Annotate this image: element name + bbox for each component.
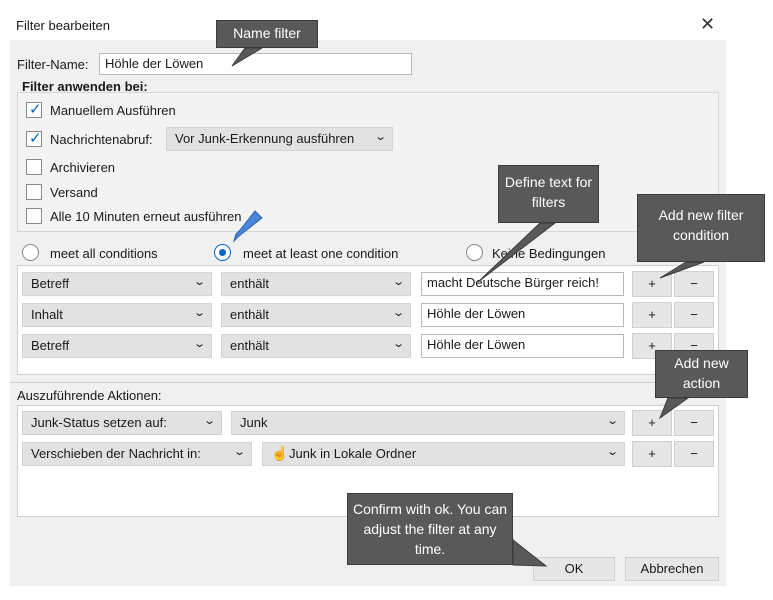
remove-condition-button[interactable]: − <box>674 302 714 328</box>
chevron-down-icon: ⌄ <box>192 276 206 288</box>
condition-field-value: Betreff <box>31 276 70 291</box>
define-text-callout: Define text for filters <box>498 165 599 223</box>
add-condition-callout: Add new filter condition <box>637 194 765 262</box>
remove-condition-button[interactable]: − <box>674 271 714 297</box>
action-type-value: Verschieben der Nachricht in: <box>31 446 201 461</box>
check-icon: ✓ <box>29 130 42 147</box>
action-target-select[interactable]: ☝ Junk in Lokale Ordner ⌄ <box>262 442 625 466</box>
send-checkbox[interactable] <box>26 184 42 200</box>
filter-name-input[interactable]: Höhle der Löwen <box>99 53 412 75</box>
condition-field-value: Inhalt <box>31 307 63 322</box>
condition-value-input[interactable]: macht Deutsche Bürger reich! <box>421 272 624 296</box>
send-label: Versand <box>50 185 98 200</box>
chevron-down-icon: ⌄ <box>391 307 405 319</box>
remove-action-button[interactable]: − <box>674 441 714 467</box>
chevron-down-icon: ⌄ <box>192 307 206 319</box>
action-target-value: Junk in Lokale Ordner <box>289 446 417 461</box>
condition-field-value: Betreff <box>31 338 70 353</box>
chevron-down-icon: ⌄ <box>391 338 405 350</box>
add-condition-button[interactable]: + <box>632 302 672 328</box>
action-type-value: Junk-Status setzen auf: <box>31 415 167 430</box>
name-filter-callout: Name filter <box>216 20 318 48</box>
condition-value-input[interactable]: Höhle der Löwen <box>421 303 624 327</box>
hand-pointer-icon: ☝ <box>271 445 289 461</box>
archive-checkbox[interactable] <box>26 159 42 175</box>
window-title: Filter bearbeiten <box>16 18 110 33</box>
filter-name-label: Filter-Name: <box>17 57 89 72</box>
match-all-label: meet all conditions <box>50 246 158 261</box>
fetch-timing-select[interactable]: Vor Junk-Erkennung ausführen ⌄ <box>166 127 393 151</box>
action-target-value: Junk <box>240 415 268 430</box>
match-all-radio[interactable] <box>22 244 39 261</box>
chevron-down-icon: ⌄ <box>232 446 246 458</box>
condition-field-select[interactable]: Betreff ⌄ <box>22 334 212 358</box>
confirm-callout: Confirm with ok. You can adjust the filt… <box>347 493 513 565</box>
check-icon: ✓ <box>29 101 42 118</box>
condition-value-input[interactable]: Höhle der Löwen <box>421 334 624 358</box>
add-action-button[interactable]: + <box>632 441 672 467</box>
archive-label: Archivieren <box>50 160 116 175</box>
condition-op-select[interactable]: enthält ⌄ <box>221 334 411 358</box>
fetch-label: Nachrichtenabruf: <box>50 132 153 147</box>
condition-op-value: enthält <box>230 338 270 353</box>
manual-checkbox[interactable]: ✓ <box>26 101 42 118</box>
actions-label: Auszuführende Aktionen: <box>17 388 162 403</box>
chevron-down-icon: ⌄ <box>373 131 387 143</box>
chevron-down-icon: ⌄ <box>605 415 619 427</box>
match-none-label: Keine Bedingungen <box>492 246 606 261</box>
every10-checkbox[interactable] <box>26 208 42 224</box>
action-type-select[interactable]: Verschieben der Nachricht in: ⌄ <box>22 442 252 466</box>
match-none-radio[interactable] <box>466 244 483 261</box>
add-action-button[interactable]: + <box>632 410 672 436</box>
close-icon[interactable]: ✕ <box>700 14 715 35</box>
condition-op-value: enthält <box>230 307 270 322</box>
manual-label: Manuellem Ausführen <box>50 103 176 118</box>
every10-label: Alle 10 Minuten erneut ausführen <box>50 209 242 224</box>
condition-op-select[interactable]: enthält ⌄ <box>221 303 411 327</box>
condition-op-value: enthält <box>230 276 270 291</box>
fetch-checkbox[interactable]: ✓ <box>26 130 42 147</box>
chevron-down-icon: ⌄ <box>202 415 216 427</box>
condition-field-select[interactable]: Inhalt ⌄ <box>22 303 212 327</box>
fetch-timing-value: Vor Junk-Erkennung ausführen <box>175 131 355 146</box>
action-type-select[interactable]: Junk-Status setzen auf: ⌄ <box>22 411 222 435</box>
chevron-down-icon: ⌄ <box>605 446 619 458</box>
remove-action-button[interactable]: − <box>674 410 714 436</box>
action-target-select[interactable]: Junk ⌄ <box>231 411 625 435</box>
match-any-radio[interactable] <box>214 244 231 261</box>
add-condition-button[interactable]: + <box>632 271 672 297</box>
add-action-callout: Add new action <box>655 350 748 398</box>
section-divider <box>10 382 726 383</box>
chevron-down-icon: ⌄ <box>391 276 405 288</box>
match-any-label: meet at least one condition <box>243 246 399 261</box>
chevron-down-icon: ⌄ <box>192 338 206 350</box>
condition-field-select[interactable]: Betreff ⌄ <box>22 272 212 296</box>
condition-op-select[interactable]: enthält ⌄ <box>221 272 411 296</box>
ok-button[interactable]: OK <box>533 557 615 581</box>
cancel-button[interactable]: Abbrechen <box>625 557 719 581</box>
